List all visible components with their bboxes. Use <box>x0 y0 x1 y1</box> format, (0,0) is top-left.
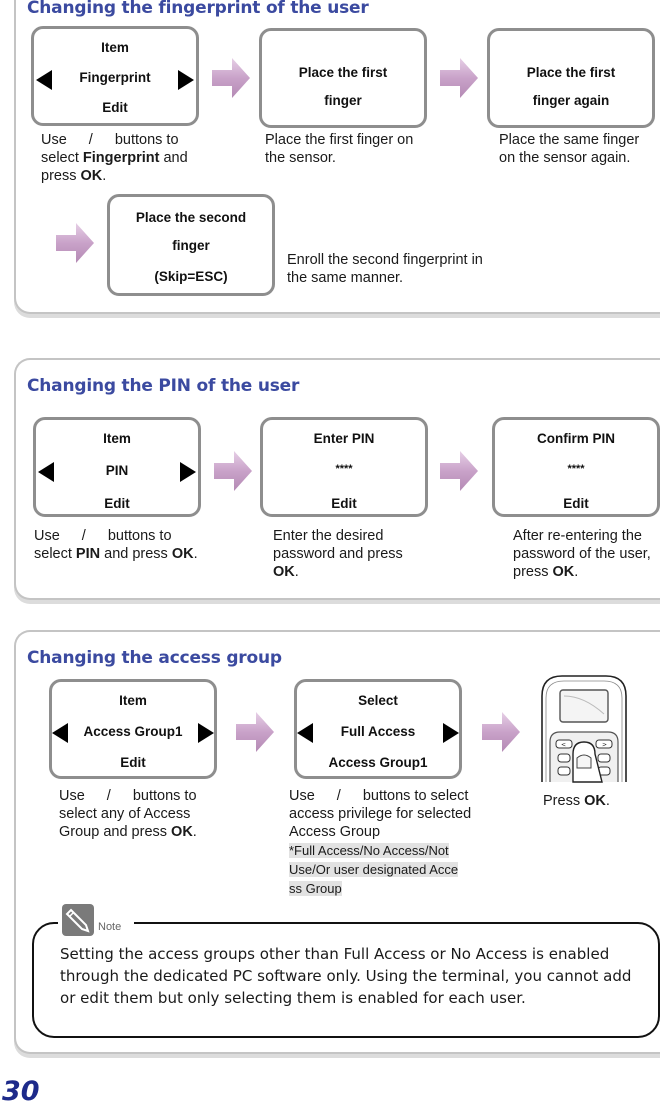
right-arrow-icon <box>482 712 520 752</box>
lcd-line-top: Confirm PIN <box>536 431 615 446</box>
access-group-section-title: Changing the access group <box>27 648 282 668</box>
lcd-line-bottom: Edit <box>563 496 589 511</box>
note-label: Note <box>98 921 122 933</box>
right-arrow-icon <box>56 223 94 263</box>
right-arrow-icon <box>440 58 478 98</box>
access-group-step1-description: Use / buttons to select any of Access Grou… <box>59 788 197 840</box>
lcd-confirm-pin: Confirm PIN **** Edit <box>492 417 660 517</box>
lcd-line-bottom: Access Group1 <box>328 755 428 770</box>
fingerprint-section-title: Changing the fingerprint of the user <box>27 0 369 18</box>
right-triangle-icon <box>180 462 196 482</box>
right-arrow-icon <box>212 58 250 98</box>
lcd-line-top: Enter PIN <box>313 431 375 446</box>
note-header: Note <box>58 902 134 938</box>
lcd-line-1: Place the first <box>526 65 616 80</box>
access-group-step3-description: Press OK. <box>543 793 610 809</box>
pin-step3-description: After re-entering the password of the us… <box>513 528 651 580</box>
fingerprint-step1-description: Use / buttons to select Fingerprint and pr… <box>41 132 188 184</box>
fingerprint-step2-description: Place the first finger on the sensor. <box>265 132 414 166</box>
lcd-item-access-group: Item Access Group1 Edit <box>49 679 217 779</box>
right-arrow-icon <box>214 451 252 491</box>
right-triangle-icon <box>198 723 214 743</box>
lcd-line-top: Item <box>103 431 131 446</box>
svg-text:>: > <box>602 742 607 749</box>
lcd-line-2: finger again <box>532 93 610 108</box>
lcd-line-1: Place the first <box>298 65 388 80</box>
access-group-step2-description: Use / buttons to select access privilege f… <box>289 788 472 896</box>
lcd-line-3: (Skip=ESC) <box>154 269 228 284</box>
lcd-line-bottom: Edit <box>120 755 146 770</box>
lcd-line-2: finger <box>172 238 210 253</box>
lcd-place-first-finger: Place the first finger <box>259 28 427 128</box>
lcd-enter-pin: Enter PIN **** Edit <box>260 417 428 517</box>
pin-step2-description: Enter the desired password and press OK. <box>273 528 403 580</box>
lcd-line-middle: Access Group1 <box>83 724 183 739</box>
pin-section-title: Changing the PIN of the user <box>27 376 300 396</box>
lcd-item-pin: Item PIN Edit <box>33 417 201 517</box>
right-arrow-icon <box>440 451 478 491</box>
fingerprint-terminal-image: < > <box>541 675 627 783</box>
lcd-line-top: Select <box>358 693 398 708</box>
lcd-line-middle: PIN <box>105 463 129 478</box>
right-triangle-icon <box>178 70 194 90</box>
lcd-pin-mask: **** <box>335 463 353 475</box>
lcd-pin-mask: **** <box>567 463 585 475</box>
page-number: 30 <box>2 1076 40 1107</box>
lcd-line-top: Item <box>101 40 129 55</box>
svg-text:<: < <box>561 742 566 749</box>
lcd-line-bottom: Edit <box>102 100 128 115</box>
pencil-note-icon <box>62 904 94 936</box>
lcd-item-fingerprint: Item Fingerprint Edit <box>31 26 199 126</box>
lcd-place-second-finger: Place the second finger (Skip=ESC) <box>107 194 275 296</box>
note-text: Setting the access groups other than Ful… <box>60 945 632 1007</box>
lcd-line-top: Item <box>119 693 147 708</box>
pin-step1-description: Use / buttons to select PIN and press OK. <box>34 528 198 562</box>
right-arrow-icon <box>236 712 274 752</box>
fingerprint-step4-description: Enroll the second fingerprint in the sam… <box>287 252 483 286</box>
lcd-select-full-access: Select Full Access Access Group1 <box>294 679 462 779</box>
lcd-line-1: Place the second <box>135 210 247 225</box>
lcd-line-bottom: Edit <box>104 496 130 511</box>
fingerprint-step3-description: Place the same finger on the sensor agai… <box>499 132 640 166</box>
lcd-line-2: finger <box>324 93 362 108</box>
lcd-line-middle: Fingerprint <box>79 70 151 85</box>
privilege-options-note: *Full Access/No Access/Not <box>289 843 449 858</box>
lcd-line-bottom: Edit <box>331 496 357 511</box>
right-triangle-icon <box>443 723 459 743</box>
lcd-line-middle: Full Access <box>340 724 416 739</box>
lcd-place-first-finger-again: Place the first finger again <box>487 28 655 128</box>
